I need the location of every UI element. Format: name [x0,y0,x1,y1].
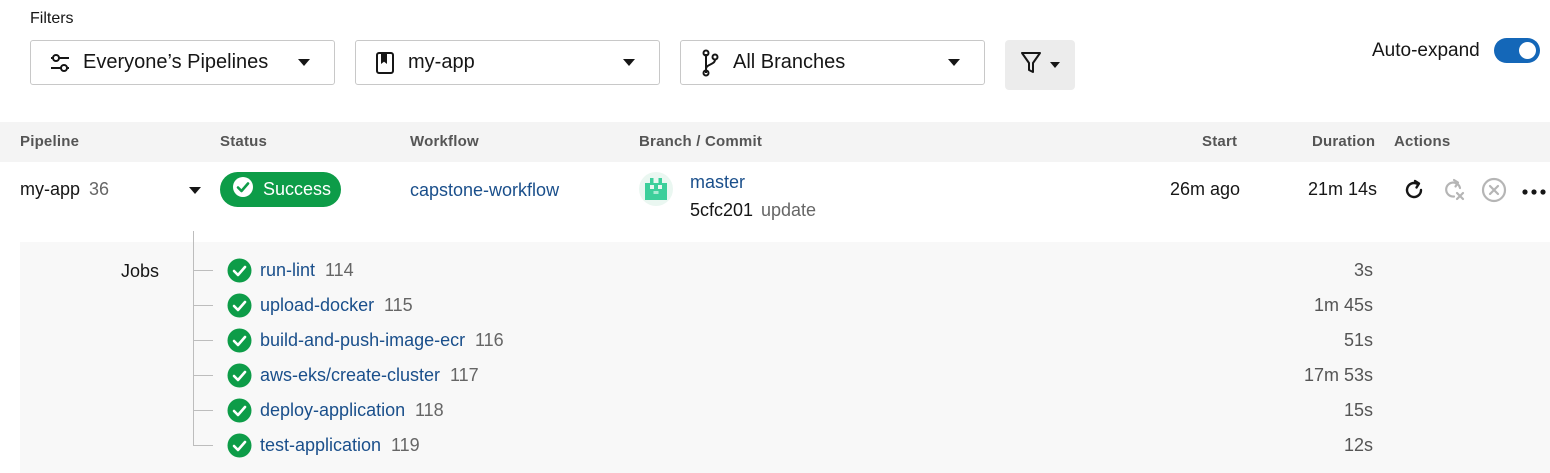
more-icon [1521,183,1547,201]
check-circle-icon [231,175,255,204]
pipeline-duration: 21m 14s [1308,179,1378,199]
jobs-label: Jobs [121,261,160,281]
job-duration: 17m 53s [1303,365,1373,385]
job-tree-tick [193,305,213,306]
job-duration: 12s [1343,435,1373,455]
job-tree-tick [193,445,213,446]
job-duration: 1m 45s [1313,295,1373,315]
cancel-icon [1481,177,1507,208]
project-dropdown[interactable]: my-app [355,40,660,85]
check-circle-icon [227,258,252,283]
job-number: 116 [475,330,504,350]
rerun-failed-button[interactable] [1440,178,1468,206]
job-tree-tick [193,340,213,341]
cancel-button[interactable] [1480,177,1508,208]
branch-dropdown[interactable]: All Branches [680,40,985,85]
job-number: 118 [415,400,444,420]
job-name-link[interactable]: upload-docker [260,295,374,316]
job-name-link[interactable]: aws-eks/create-cluster [260,365,440,386]
job-tree-tick [193,410,213,411]
column-header-duration: Duration [1312,133,1376,150]
job-name-link[interactable]: test-application [260,435,381,456]
column-header-branch-commit: Branch / Commit [639,133,763,150]
job-row: test-application 119 12s [193,428,1383,463]
commit-hash[interactable]: 5cfc201 [690,200,753,221]
job-row: run-lint 114 3s [193,253,1383,288]
status-label: Success [263,179,332,199]
rerun-icon [1402,178,1426,207]
job-name-link[interactable]: deploy-application [260,400,405,421]
job-row: build-and-push-image-ecr 116 51s [193,323,1383,358]
commit-message: update [761,200,817,220]
column-header-workflow: Workflow [410,133,479,150]
sliders-icon [47,50,73,76]
job-tree-tick [193,270,213,271]
filters-title: Filters [30,10,74,27]
chevron-down-icon [948,59,960,66]
branch-link[interactable]: master [690,172,745,193]
chevron-down-icon [1050,62,1060,68]
pipelines-dropdown-label: Everyone’s Pipelines [83,51,269,73]
avatar [639,172,673,206]
rerun-button[interactable] [1400,178,1428,206]
pipeline-number: 36 [89,179,110,199]
job-number: 115 [384,295,413,315]
job-duration: 15s [1343,400,1373,420]
branch-dropdown-label: All Branches [733,51,846,73]
auto-expand-toggle[interactable] [1493,38,1540,63]
job-row: deploy-application 118 15s [193,393,1383,428]
job-name-link[interactable]: run-lint [260,260,315,281]
toggle-knob [1518,42,1536,59]
project-dropdown-label: my-app [408,51,475,73]
funnel-icon [1020,50,1042,81]
chevron-down-icon [623,59,635,66]
check-circle-icon [227,293,252,318]
auto-expand-control: Auto-expand [1372,38,1540,63]
auto-expand-label: Auto-expand [1372,39,1480,61]
job-number: 114 [325,260,354,280]
expand-caret-icon[interactable] [189,187,201,194]
job-name-link[interactable]: build-and-push-image-ecr [260,330,465,351]
job-tree-tick [193,375,213,376]
chevron-down-icon [298,59,310,66]
job-number: 119 [391,435,420,455]
check-circle-icon [227,398,252,423]
job-number: 117 [450,365,479,385]
workflow-link[interactable]: capstone-workflow [410,180,559,201]
filter-button[interactable] [1005,40,1075,90]
job-row: aws-eks/create-cluster 117 17m 53s [193,358,1383,393]
column-header-actions: Actions [1394,133,1451,150]
pipeline-start: 26m ago [1170,179,1241,199]
pipeline-name: my-app [20,179,81,199]
job-duration: 3s [1353,260,1373,280]
check-circle-icon [227,433,252,458]
status-badge: Success [220,172,341,207]
check-circle-icon [227,328,252,353]
column-header-pipeline: Pipeline [20,133,80,150]
pipelines-dropdown[interactable]: Everyone’s Pipelines [30,40,335,85]
column-header-status: Status [220,133,268,150]
job-duration: 51s [1343,330,1373,350]
rerun-failed-icon [1441,177,1467,208]
bookmark-book-icon [372,50,398,76]
more-actions-button[interactable] [1520,178,1548,206]
check-circle-icon [227,363,252,388]
git-branch-icon [697,49,723,76]
job-row: upload-docker 115 1m 45s [193,288,1383,323]
column-header-start: Start [1202,133,1238,150]
